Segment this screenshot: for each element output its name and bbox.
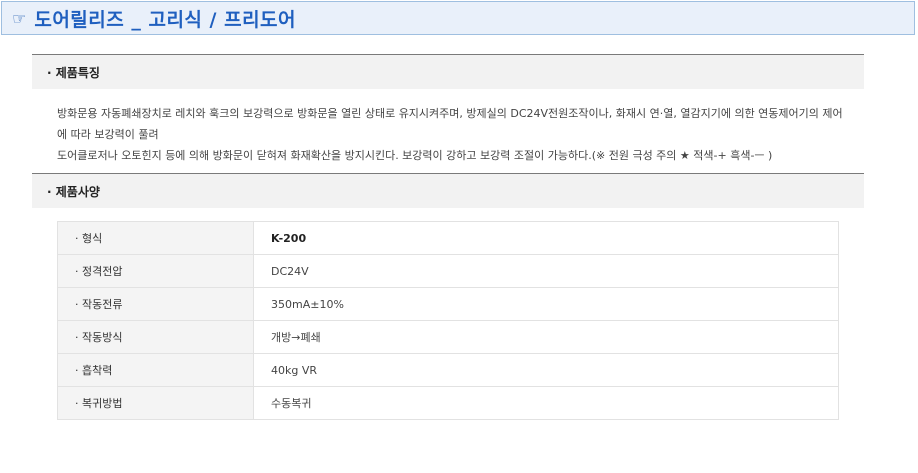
table-row: · 작동전류 350mA±10% [57, 287, 839, 321]
spec-key: · 작동방식 [57, 320, 254, 354]
table-row: · 정격전압 DC24V [57, 254, 839, 288]
pointing-hand-icon: ☞ [12, 8, 27, 28]
specs-heading: · 제품사양 [47, 184, 100, 199]
table-row: · 작동방식 개방→폐쇄 [57, 320, 839, 354]
table-row: · 흡착력 40kg VR [57, 353, 839, 387]
page-title-bar: ☞ 도어릴리즈 _ 고리식 / 프리도어 [1, 1, 915, 35]
table-row: · 형식 K-200 [57, 221, 839, 255]
spec-key: · 형식 [57, 221, 254, 255]
features-line-1: 방화문용 자동폐쇄장치로 레치와 훅크의 보강력으로 방화문을 열린 상태로 유… [57, 107, 843, 141]
spec-key: · 흡착력 [57, 353, 254, 387]
spec-value: 수동복귀 [253, 386, 839, 420]
spec-value: 40kg VR [253, 353, 839, 387]
features-description: 방화문용 자동폐쇄장치로 레치와 훅크의 보강력으로 방화문을 열린 상태로 유… [57, 103, 847, 166]
spec-value: 350mA±10% [253, 287, 839, 321]
page-title: 도어릴리즈 _ 고리식 / 프리도어 [34, 8, 297, 31]
spec-table: · 형식 K-200 · 정격전압 DC24V · 작동전류 350mA±10%… [57, 221, 839, 420]
spec-key: · 복귀방법 [57, 386, 254, 420]
features-heading: · 제품특징 [47, 65, 100, 80]
spec-value: DC24V [253, 254, 839, 288]
spec-key: · 작동전류 [57, 287, 254, 321]
spec-key: · 정격전압 [57, 254, 254, 288]
features-line-2: 도어클로저나 오토힌지 등에 의해 방화문이 닫혀져 화재확산을 방지시킨다. … [57, 149, 773, 162]
table-row: · 복귀방법 수동복귀 [57, 386, 839, 420]
spec-value: 개방→폐쇄 [253, 320, 839, 354]
spec-value: K-200 [253, 221, 839, 255]
specs-section-header: · 제품사양 [32, 173, 864, 208]
features-section-header: · 제품특징 [32, 54, 864, 89]
